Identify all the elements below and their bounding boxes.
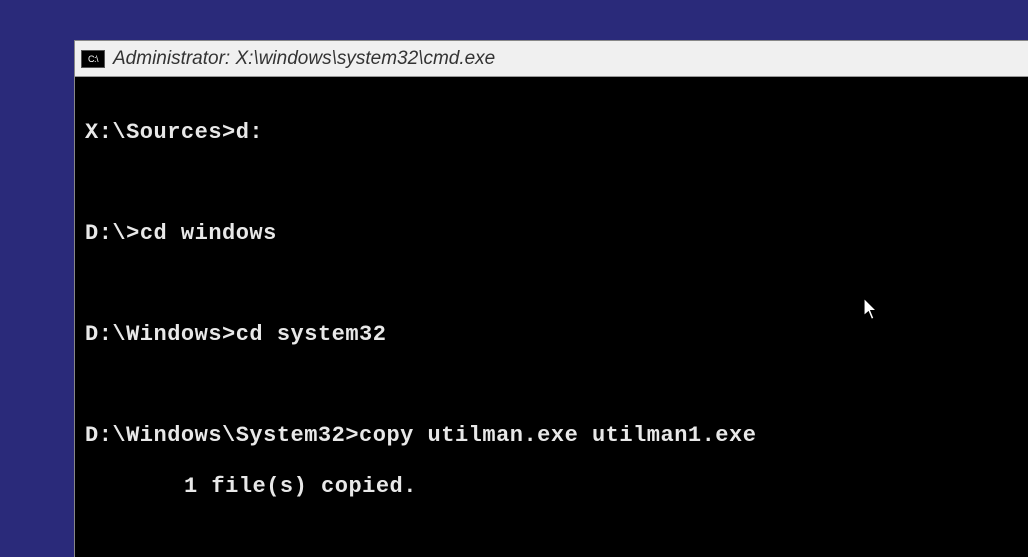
terminal-line: D:\Windows>cd system32 [85, 322, 1018, 347]
window-title: Administrator: X:\windows\system32\cmd.e… [113, 48, 495, 70]
command: cd windows [140, 221, 277, 246]
terminal-line: D:\>cd windows [85, 221, 1018, 246]
prompt: D:\> [85, 221, 140, 246]
output-text: 1 file(s) copied. [184, 474, 417, 499]
prompt: D:\Windows\System32> [85, 423, 359, 448]
terminal-output: 1 file(s) copied. [85, 474, 1018, 499]
command: cd system32 [236, 322, 387, 347]
terminal-blank [85, 272, 1018, 297]
titlebar[interactable]: C:\ Administrator: X:\windows\system32\c… [75, 41, 1028, 77]
terminal-line: D:\Windows\System32>copy utilman.exe uti… [85, 423, 1018, 448]
command: copy utilman.exe utilman1.exe [359, 423, 756, 448]
terminal-area[interactable]: X:\Sources>d: D:\>cd windows D:\Windows>… [75, 77, 1028, 557]
cmd-icon: C:\ [81, 50, 105, 68]
terminal-blank [85, 171, 1018, 196]
prompt: X:\Sources> [85, 120, 236, 145]
terminal-blank [85, 524, 1018, 549]
command: d: [236, 120, 263, 145]
terminal-line: X:\Sources>d: [85, 120, 1018, 145]
prompt: D:\Windows> [85, 322, 236, 347]
cmd-window: C:\ Administrator: X:\windows\system32\c… [74, 40, 1028, 557]
terminal-blank [85, 373, 1018, 398]
